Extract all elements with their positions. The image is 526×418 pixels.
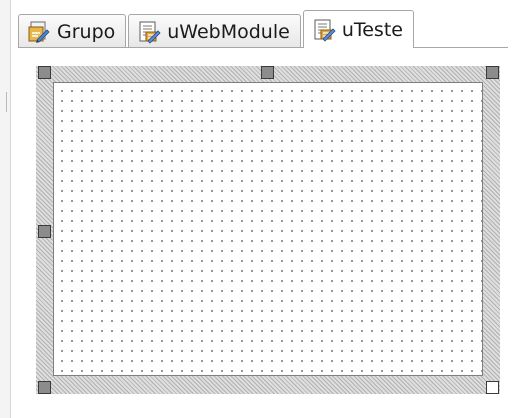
unit-form-icon [137,20,161,44]
resize-handle-bottom-left[interactable] [38,381,51,394]
tab-label: uTeste [341,18,403,41]
tab-divider [18,47,508,48]
resize-handle-top-center[interactable] [261,66,274,79]
resize-handle-middle-left[interactable] [38,225,51,238]
form-designer: Grupo uWebModule uTeste [0,0,526,418]
form-canvas-grid[interactable] [53,82,483,376]
project-group-icon [27,20,51,44]
tab-uwebmodule[interactable]: uWebModule [128,14,301,48]
tab-grupo[interactable]: Grupo [18,14,127,48]
tab-label: uWebModule [167,20,290,43]
editor-tab-bar: Grupo uWebModule uTeste [18,10,416,48]
resize-handle-top-left[interactable] [38,66,51,79]
left-panel-edge [0,0,11,418]
tab-uteste[interactable]: uTeste [302,10,414,48]
tab-label: Grupo [57,20,116,43]
resize-handle-top-right[interactable] [486,66,499,79]
unit-form-icon [312,18,336,42]
resize-handle-bottom-right[interactable] [486,381,499,394]
splitter-grip[interactable] [6,92,7,112]
